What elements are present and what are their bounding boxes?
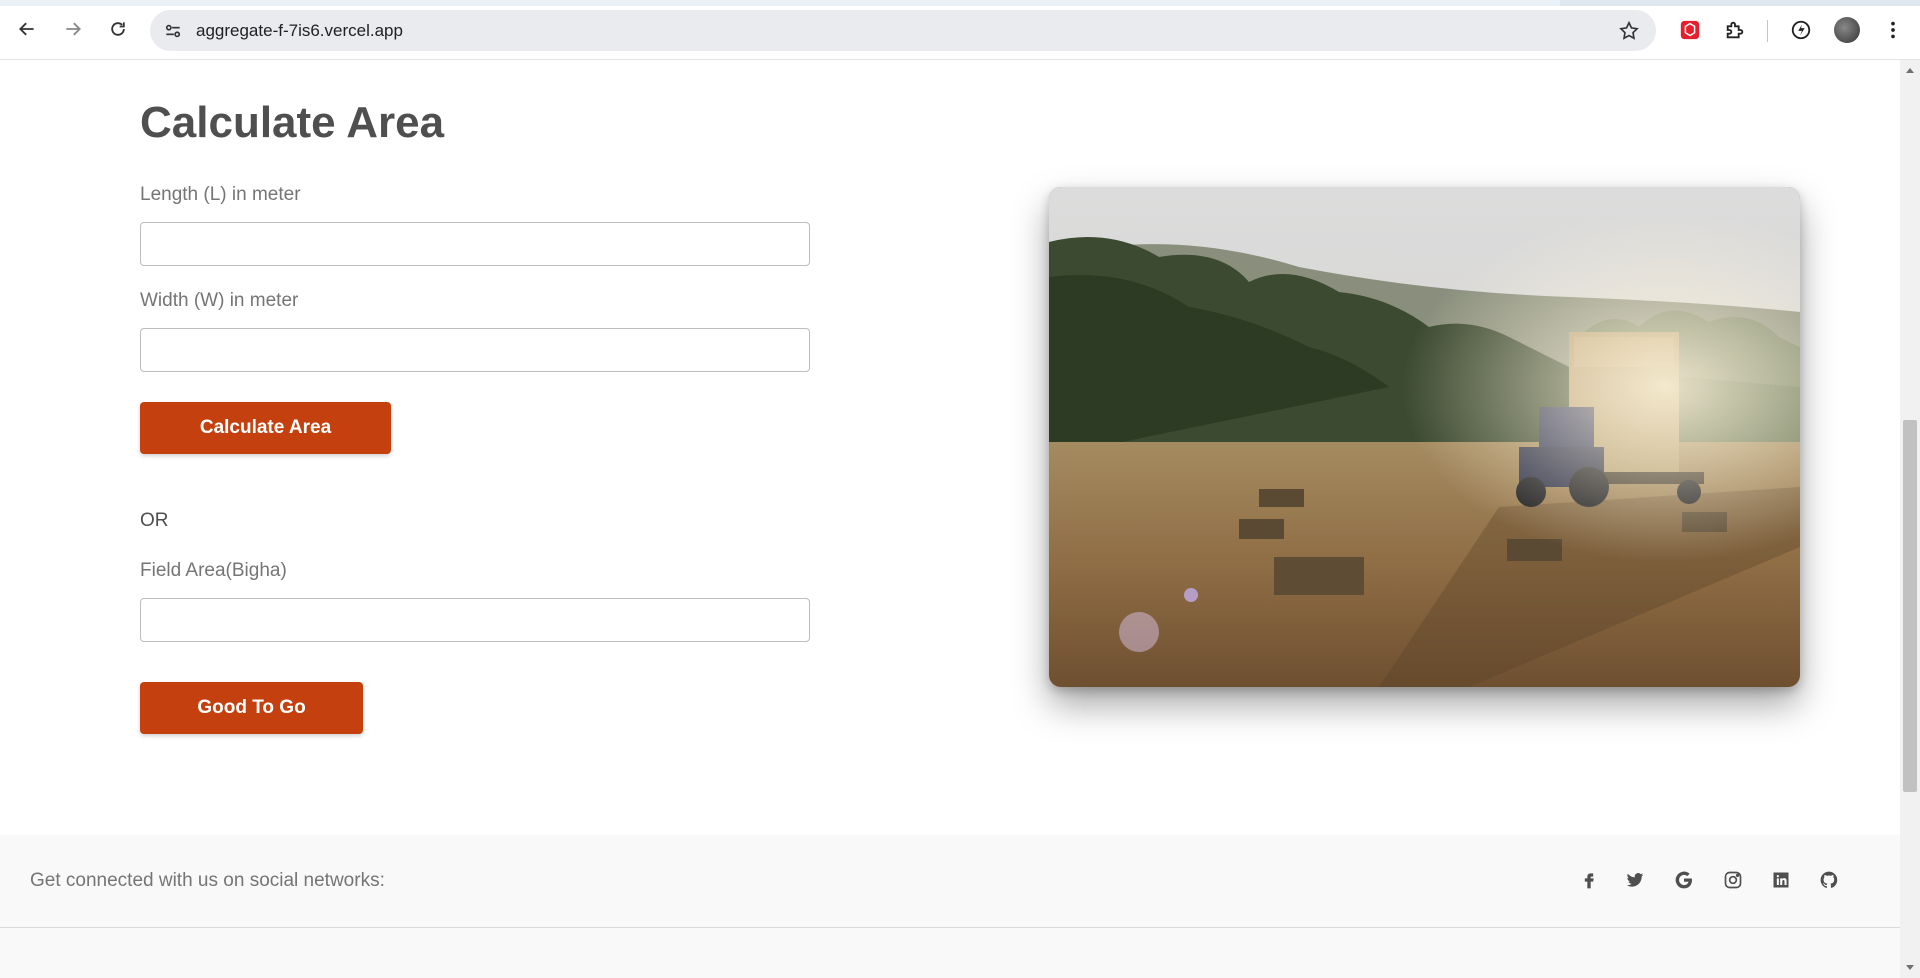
- field-area-label: Field Area(Bigha): [140, 560, 287, 581]
- calculate-area-button[interactable]: Calculate Area: [140, 402, 391, 454]
- forward-arrow-icon[interactable]: [58, 14, 88, 44]
- good-to-go-button[interactable]: Good To Go: [140, 682, 363, 734]
- twitter-icon[interactable]: [1624, 869, 1646, 891]
- extension-icon[interactable]: [1677, 17, 1703, 43]
- page-title: Calculate Area: [140, 98, 445, 147]
- or-separator: OR: [140, 510, 169, 531]
- instagram-icon[interactable]: [1722, 869, 1744, 891]
- facebook-icon[interactable]: [1578, 869, 1600, 891]
- footer: Get connected with us on social networks…: [0, 835, 1900, 978]
- bookmark-star-icon[interactable]: [1618, 20, 1640, 42]
- tab-strip: [0, 0, 1920, 6]
- field-area-input[interactable]: [140, 598, 810, 642]
- linkedin-icon[interactable]: [1770, 869, 1792, 891]
- length-input[interactable]: [140, 222, 810, 266]
- width-label: Width (W) in meter: [140, 290, 299, 311]
- scroll-down-arrow-icon[interactable]: [1906, 965, 1914, 970]
- performance-icon[interactable]: [1788, 17, 1814, 43]
- farm-field-tractor-hay-photo: [1049, 187, 1800, 687]
- scroll-up-arrow-icon[interactable]: [1906, 68, 1914, 73]
- length-label: Length (L) in meter: [140, 184, 301, 205]
- footer-divider: [0, 927, 1900, 928]
- toolbar-divider: [1767, 20, 1768, 42]
- profile-avatar[interactable]: [1834, 17, 1860, 43]
- url-text[interactable]: aggregate-f-7is6.vercel.app: [196, 21, 403, 41]
- page-content: Calculate Area Length (L) in meter Width…: [0, 60, 1900, 978]
- width-input[interactable]: [140, 328, 810, 372]
- back-arrow-icon[interactable]: [12, 14, 42, 44]
- scrollbar-thumb[interactable]: [1903, 420, 1917, 792]
- active-tab-indicator: [0, 0, 1560, 6]
- social-text: Get connected with us on social networks…: [30, 870, 385, 891]
- reload-icon[interactable]: [103, 14, 133, 44]
- browser-toolbar: aggregate-f-7is6.vercel.app: [0, 0, 1920, 60]
- address-bar[interactable]: aggregate-f-7is6.vercel.app: [150, 10, 1656, 51]
- puzzle-icon[interactable]: [1722, 17, 1748, 43]
- page-scrollbar[interactable]: [1900, 60, 1920, 978]
- site-info-icon[interactable]: [162, 20, 184, 42]
- google-icon[interactable]: [1673, 869, 1695, 891]
- kebab-menu-icon[interactable]: [1880, 17, 1906, 43]
- github-icon[interactable]: [1818, 869, 1840, 891]
